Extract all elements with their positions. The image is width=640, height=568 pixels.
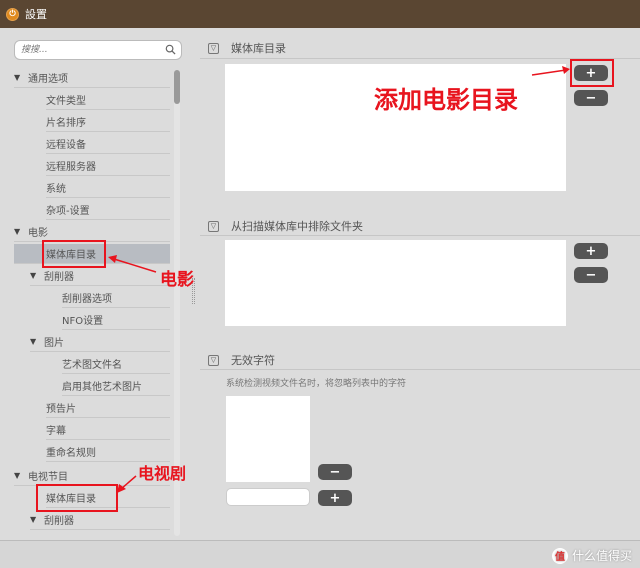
watermark: 值 什么值得买 (551, 547, 632, 564)
tree-item-rename-rules[interactable]: 重命名规则 (46, 442, 170, 462)
bottom-bar (0, 540, 640, 568)
watermark-text: 什么值得买 (571, 549, 632, 563)
annotation-box-add-button (570, 59, 614, 87)
tree-item-label: 刮削器选项 (62, 294, 112, 305)
invalid-chars-hint: 系统检测视频文件名时，将忽略列表中的字符 (226, 379, 407, 389)
caret-down-icon[interactable]: ▼ (30, 515, 44, 524)
tree-item-label: 字幕 (46, 426, 66, 437)
annotation-tv: 电视剧 (138, 464, 187, 483)
caret-down-icon[interactable]: ▼ (30, 271, 44, 280)
tree-item-label: 通用选项 (28, 74, 68, 85)
window-title: 設置 (25, 8, 47, 21)
tree-item-subtitles[interactable]: 字幕 (46, 420, 170, 440)
tree-item-trailers[interactable]: 预告片 (46, 398, 170, 418)
divider (200, 235, 640, 236)
caret-down-icon[interactable]: ▼ (14, 73, 28, 82)
annotation-arrow-icon (531, 66, 570, 76)
scrollbar-thumb[interactable] (174, 70, 180, 104)
tree-item-images[interactable]: ▼ 图片 (30, 332, 170, 352)
divider (200, 369, 640, 370)
tree-item-label: 预告片 (46, 404, 76, 415)
tree-item-label: 刮削器 (44, 516, 74, 527)
collapse-icon[interactable]: ▽ (208, 220, 219, 232)
section-title: 从扫描媒体库中排除文件夹 (231, 220, 363, 233)
tree-item-system[interactable]: 系统 (46, 178, 170, 198)
section-title: 媒体库目录 (231, 42, 286, 55)
exclude-folder-list[interactable] (225, 240, 566, 326)
tree-item-tv-scraper[interactable]: ▼ 刮削器 (30, 510, 170, 530)
annotation-box-movie-library (42, 240, 106, 268)
app-logo-icon: ⏻ (6, 7, 19, 21)
tree-item-label: 艺术图文件名 (62, 360, 122, 371)
watermark-logo-icon: 值 (551, 547, 568, 564)
title-bar: ⏻ 設置 (0, 0, 640, 28)
collapse-icon[interactable]: ▽ (208, 42, 219, 54)
tree-item-label: 系统 (46, 184, 66, 195)
tree-item-general[interactable]: ▼ 通用选项 (14, 68, 170, 88)
tree-item-file-types[interactable]: 文件类型 (46, 90, 170, 110)
tree-item-remote-devices[interactable]: 远程设备 (46, 134, 170, 154)
tree-item-label: 远程设备 (46, 140, 86, 151)
collapse-icon[interactable]: ▽ (208, 354, 219, 366)
annotation-add-movie-dir: 添加电影目录 (374, 86, 518, 114)
caret-down-icon[interactable]: ▼ (30, 337, 44, 346)
annotation-box-tv-library (36, 484, 118, 512)
tree-item-label: 启用其他艺术图片 (62, 382, 142, 393)
invalid-char-input[interactable] (226, 488, 310, 506)
annotation-arrow-icon (108, 255, 157, 273)
remove-exclude-folder-button[interactable]: − (574, 267, 608, 283)
tree-item-label: 刮削器 (44, 272, 74, 283)
invalid-chars-list[interactable] (226, 396, 310, 482)
tree-item-misc-settings[interactable]: 杂项-设置 (46, 200, 170, 220)
tree-item-label: 杂项-设置 (46, 206, 90, 217)
tree-item-label: 文件类型 (46, 96, 86, 107)
annotation-arrow-icon (117, 475, 137, 493)
tree-item-label: NFO设置 (62, 316, 104, 327)
tree-item-artwork-filenames[interactable]: 艺术图文件名 (62, 354, 170, 374)
add-exclude-folder-button[interactable]: + (574, 243, 608, 259)
tree-item-extra-artwork[interactable]: 启用其他艺术图片 (62, 376, 170, 396)
tree-item-label: 电视节目 (28, 472, 68, 483)
tree-item-label: 远程服务器 (46, 162, 96, 173)
tree-item-label: 图片 (44, 338, 64, 349)
tree-item-scraper-options[interactable]: 刮削器选项 (62, 288, 170, 308)
caret-down-icon[interactable]: ▼ (14, 471, 28, 480)
search-input[interactable] (15, 41, 155, 59)
tree-item-nfo-settings[interactable]: NFO设置 (62, 310, 170, 330)
annotation-movie: 电影 (160, 270, 194, 290)
search-box[interactable] (14, 40, 182, 60)
section-invalid-chars-header[interactable]: ▽ 无效字符 (208, 352, 275, 368)
tree-item-remote-server[interactable]: 远程服务器 (46, 156, 170, 176)
tree-item-movies[interactable]: ▼ 电影 (14, 222, 170, 242)
section-library-header[interactable]: ▽ 媒体库目录 (208, 40, 286, 56)
caret-down-icon[interactable]: ▼ (14, 227, 28, 236)
section-exclude-header[interactable]: ▽ 从扫描媒体库中排除文件夹 (208, 218, 363, 234)
tree-item-title-sort[interactable]: 片名排序 (46, 112, 170, 132)
search-icon[interactable] (165, 44, 176, 55)
tree-item-label: 重命名规则 (46, 448, 96, 459)
tree-item-label: 电影 (28, 228, 48, 239)
section-title: 无效字符 (231, 354, 275, 367)
remove-library-folder-button[interactable]: − (574, 90, 608, 106)
tree-item-label: 片名排序 (46, 118, 86, 129)
remove-invalid-char-button[interactable]: − (318, 464, 352, 480)
add-invalid-char-button[interactable]: + (318, 490, 352, 506)
